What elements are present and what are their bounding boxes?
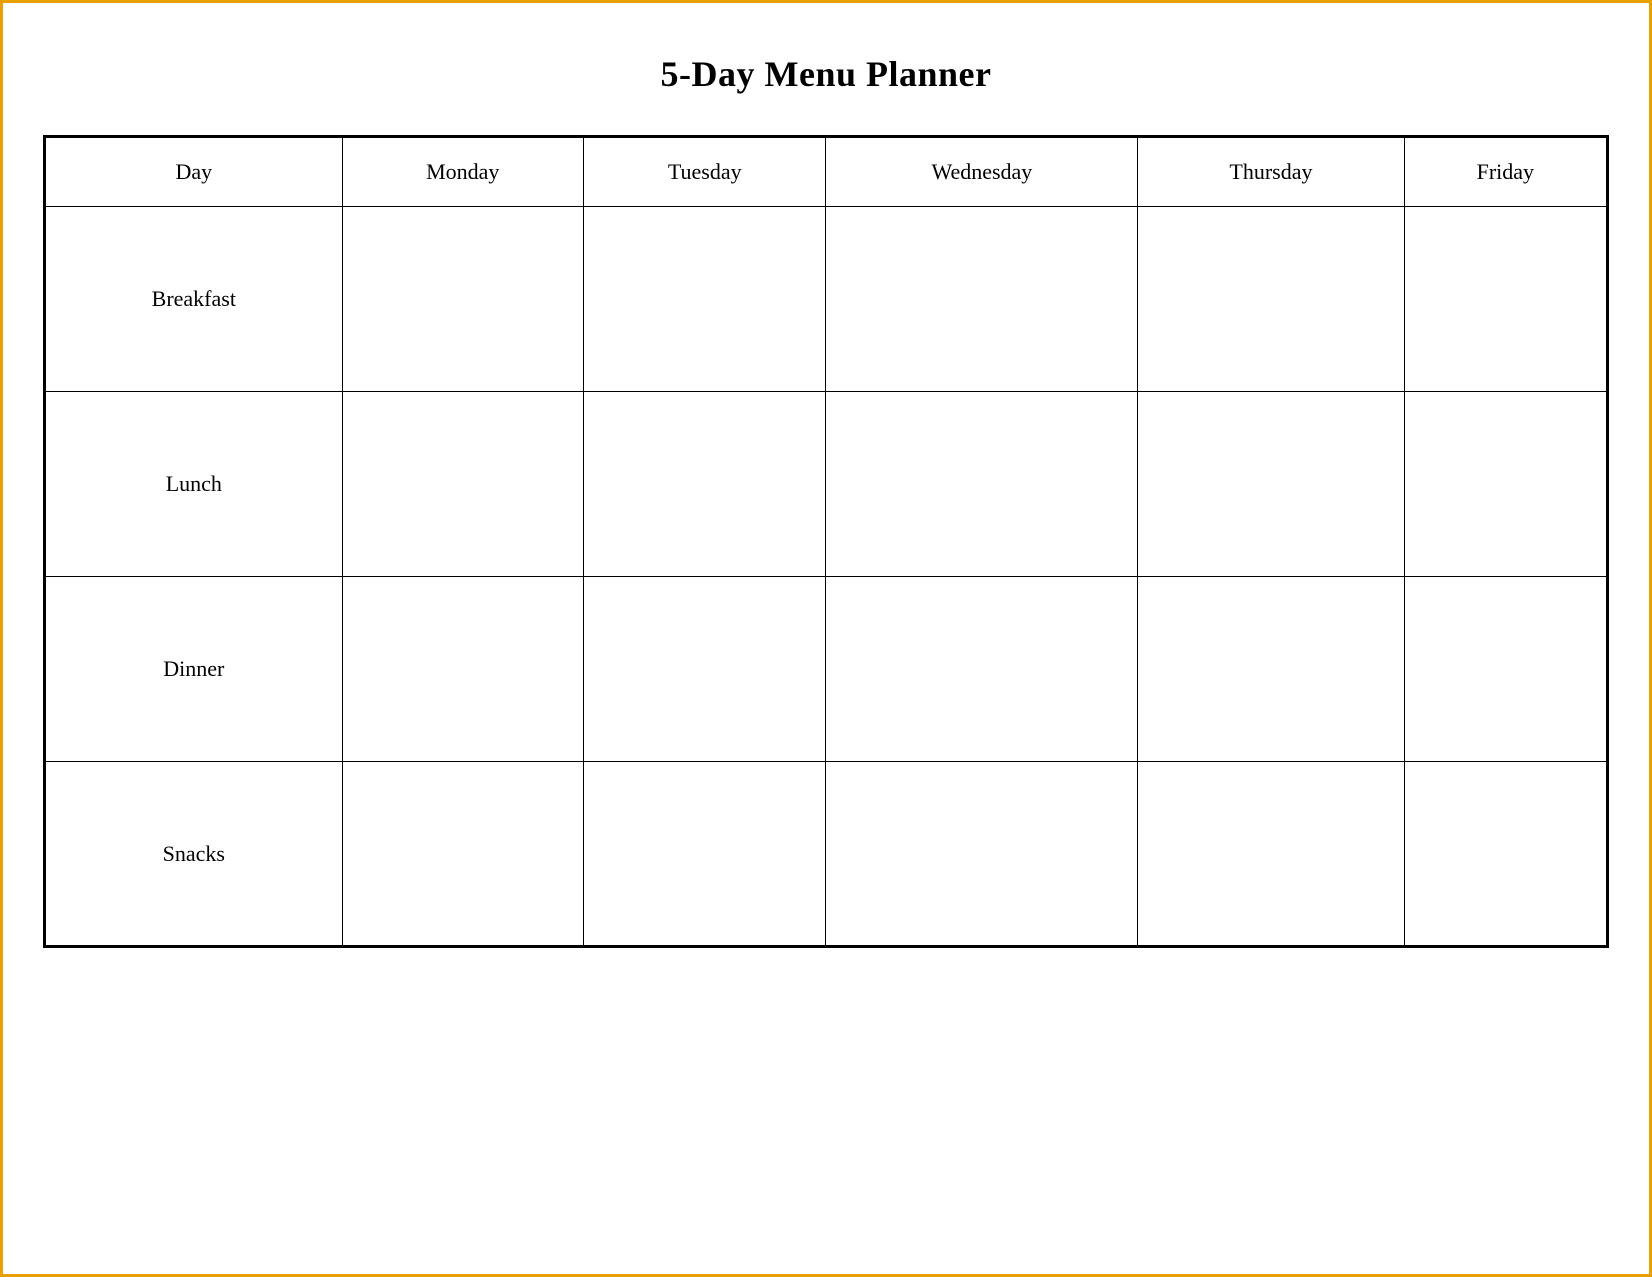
table-row: Breakfast	[45, 207, 1608, 392]
col-header-tuesday: Tuesday	[583, 137, 826, 207]
header-row: Day Monday Tuesday Wednesday Thursday Fr…	[45, 137, 1608, 207]
table-row: Lunch	[45, 392, 1608, 577]
cell-dinner-friday[interactable]	[1404, 577, 1607, 762]
table-row: Snacks	[45, 762, 1608, 947]
planner-table: Day Monday Tuesday Wednesday Thursday Fr…	[43, 135, 1609, 948]
meal-label-snacks: Snacks	[45, 762, 343, 947]
cell-dinner-tuesday[interactable]	[583, 577, 826, 762]
cell-breakfast-wednesday[interactable]	[826, 207, 1138, 392]
cell-lunch-monday[interactable]	[342, 392, 583, 577]
cell-dinner-wednesday[interactable]	[826, 577, 1138, 762]
col-header-day: Day	[45, 137, 343, 207]
cell-snacks-tuesday[interactable]	[583, 762, 826, 947]
page-title: 5-Day Menu Planner	[661, 53, 992, 95]
cell-snacks-monday[interactable]	[342, 762, 583, 947]
cell-lunch-wednesday[interactable]	[826, 392, 1138, 577]
col-header-friday: Friday	[1404, 137, 1607, 207]
cell-snacks-thursday[interactable]	[1138, 762, 1404, 947]
cell-snacks-friday[interactable]	[1404, 762, 1607, 947]
col-header-thursday: Thursday	[1138, 137, 1404, 207]
col-header-monday: Monday	[342, 137, 583, 207]
cell-lunch-friday[interactable]	[1404, 392, 1607, 577]
cell-snacks-wednesday[interactable]	[826, 762, 1138, 947]
cell-lunch-tuesday[interactable]	[583, 392, 826, 577]
cell-breakfast-tuesday[interactable]	[583, 207, 826, 392]
cell-dinner-thursday[interactable]	[1138, 577, 1404, 762]
cell-lunch-thursday[interactable]	[1138, 392, 1404, 577]
meal-label-breakfast: Breakfast	[45, 207, 343, 392]
table-row: Dinner	[45, 577, 1608, 762]
meal-label-dinner: Dinner	[45, 577, 343, 762]
cell-breakfast-friday[interactable]	[1404, 207, 1607, 392]
cell-breakfast-monday[interactable]	[342, 207, 583, 392]
cell-dinner-monday[interactable]	[342, 577, 583, 762]
meal-label-lunch: Lunch	[45, 392, 343, 577]
cell-breakfast-thursday[interactable]	[1138, 207, 1404, 392]
col-header-wednesday: Wednesday	[826, 137, 1138, 207]
